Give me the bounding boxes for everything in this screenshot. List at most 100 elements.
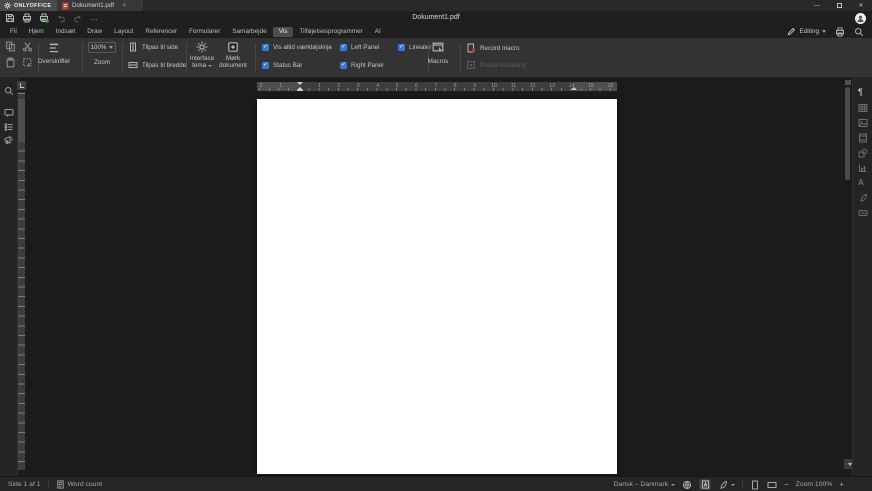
checkbox-icon[interactable] xyxy=(340,61,347,69)
first-line-indent-marker[interactable] xyxy=(297,82,303,85)
maximize-button[interactable] xyxy=(828,0,850,11)
checkbox-status-bar[interactable]: Status Bar xyxy=(262,61,302,69)
editing-mode-button[interactable]: Editing xyxy=(787,27,826,36)
feedback-icon xyxy=(4,135,13,144)
editing-mode-label: Editing xyxy=(799,28,819,35)
left-panel xyxy=(0,78,18,476)
image-icon xyxy=(858,119,868,127)
ruler-number: 8 xyxy=(453,83,457,89)
tab-indsaet[interactable]: Indsæt xyxy=(50,27,82,37)
shape-settings-button[interactable] xyxy=(858,148,868,158)
save-button[interactable] xyxy=(5,13,15,23)
chart-settings-button[interactable] xyxy=(858,163,868,173)
word-count-button[interactable]: Word count xyxy=(56,480,103,489)
document-page[interactable] xyxy=(257,99,617,474)
checkbox-left-panel[interactable]: Left Panel xyxy=(340,43,379,51)
checkbox-icon[interactable] xyxy=(398,43,405,51)
vertical-scrollbar[interactable] xyxy=(845,87,850,180)
set-language-button[interactable] xyxy=(682,480,692,490)
word-count-label: Word count xyxy=(67,481,103,488)
checkbox-icon[interactable] xyxy=(262,61,269,69)
pause-recording-button[interactable]: Pause recording xyxy=(466,60,526,70)
undo-button[interactable] xyxy=(56,13,66,23)
pause-recording-label: Pause recording xyxy=(480,61,526,69)
zoom-out-button[interactable]: − xyxy=(784,480,789,490)
vertical-ruler[interactable] xyxy=(18,92,25,470)
minimize-button[interactable]: — xyxy=(806,0,828,11)
page-count-label[interactable]: Side 1 af 1 xyxy=(8,481,41,488)
checkbox-label: Right Panel xyxy=(351,62,384,69)
tab-strip: ONLYOFFICE Dokument1.pdf ✕ — ✕ xyxy=(0,0,872,11)
record-macro-button[interactable]: Record macro xyxy=(466,43,520,53)
comments-sidebar-button[interactable] xyxy=(4,108,14,118)
track-changes-button[interactable] xyxy=(718,480,735,490)
fit-width-button[interactable]: Tilpas til bredde xyxy=(128,60,186,70)
left-indent-box[interactable] xyxy=(297,89,303,91)
tab-hjem[interactable]: Hjem xyxy=(23,27,50,37)
checkbox-always-show-toolbar[interactable]: Vis altid værktøjslinje xyxy=(262,43,332,51)
tab-fil[interactable]: Fil xyxy=(4,27,23,37)
horizontal-ruler[interactable]: 2 1 1 2 3 4 5 6 7 8 9 10 11 12 13 14 15 16 xyxy=(257,82,617,91)
form-settings-button[interactable] xyxy=(858,208,868,218)
headings-label[interactable]: Overskrifter xyxy=(30,58,78,65)
tab-tilfoejelsesprogrammer[interactable]: Tilføjelsesprogrammer xyxy=(293,27,368,37)
checkbox-right-panel[interactable]: Right Panel xyxy=(340,61,384,69)
spell-check-icon xyxy=(701,480,709,489)
quick-print-button-top[interactable] xyxy=(835,27,845,37)
checkbox-rulers[interactable]: Linealer xyxy=(398,43,431,51)
avatar[interactable] xyxy=(855,12,866,24)
search-sidebar-button[interactable] xyxy=(4,86,14,96)
navigation-sidebar-button[interactable] xyxy=(4,122,14,132)
header-footer-settings-button[interactable] xyxy=(858,133,868,143)
tab-samarbejde[interactable]: Samarbejde xyxy=(226,27,272,37)
tab-stop-selector[interactable] xyxy=(17,81,26,90)
zoom-value: 100% xyxy=(90,44,107,51)
scroll-up-button[interactable] xyxy=(845,80,851,85)
table-settings-button[interactable] xyxy=(858,103,868,113)
close-button[interactable]: ✕ xyxy=(850,0,872,11)
cut-button[interactable] xyxy=(22,41,33,52)
dark-document-button[interactable] xyxy=(227,41,239,53)
tab-layout[interactable]: Layout xyxy=(108,27,139,37)
paste-button[interactable] xyxy=(5,57,16,68)
zoom-in-button[interactable]: + xyxy=(839,480,844,490)
text-art-settings-button[interactable]: A xyxy=(858,178,864,187)
scissors-icon xyxy=(22,42,33,52)
macros-button[interactable] xyxy=(432,41,444,53)
tab-vis[interactable]: Vis xyxy=(272,26,294,37)
interface-theme-button[interactable] xyxy=(196,41,208,53)
spell-check-button[interactable] xyxy=(699,479,711,490)
ruler-number: 5 xyxy=(395,83,399,89)
redo-button[interactable] xyxy=(73,13,83,23)
more-button[interactable]: … xyxy=(90,14,98,22)
macros-icon xyxy=(432,42,444,52)
fit-page-button[interactable]: Tilpas til side xyxy=(128,42,178,52)
print-button[interactable] xyxy=(22,13,32,23)
image-settings-button[interactable] xyxy=(858,118,868,128)
document-tab[interactable]: Dokument1.pdf ✕ xyxy=(57,0,143,11)
fit-page-icon xyxy=(752,480,758,489)
table-icon xyxy=(858,104,868,112)
search-button[interactable] xyxy=(854,27,864,37)
app-logo[interactable]: ONLYOFFICE xyxy=(0,0,57,11)
tab-ai[interactable]: AI xyxy=(369,27,387,37)
tab-referencer[interactable]: Referencer xyxy=(139,27,183,37)
tab-formularer[interactable]: Formularer xyxy=(183,27,226,37)
paragraph-settings-button[interactable]: ¶ xyxy=(858,88,863,97)
close-tab-icon[interactable]: ✕ xyxy=(122,3,127,9)
checkbox-icon[interactable] xyxy=(340,43,347,51)
checkbox-icon[interactable] xyxy=(262,43,269,51)
feedback-sidebar-button[interactable] xyxy=(4,135,14,145)
quick-print-button[interactable] xyxy=(39,13,49,23)
signature-settings-button[interactable] xyxy=(858,193,868,203)
right-indent-marker[interactable] xyxy=(571,86,577,90)
headings-button[interactable] xyxy=(48,42,60,54)
document-language-button[interactable]: Dansk – Danmark xyxy=(614,481,675,488)
zoom-dropdown[interactable]: 100% xyxy=(88,42,116,53)
copy-button[interactable] xyxy=(5,41,16,52)
chevron-down-icon xyxy=(731,483,735,486)
fit-page-button-status[interactable] xyxy=(750,480,760,490)
tab-draw[interactable]: Draw xyxy=(81,27,108,37)
vertical-ruler-margin[interactable] xyxy=(18,99,25,142)
fit-width-button-status[interactable] xyxy=(767,480,777,490)
